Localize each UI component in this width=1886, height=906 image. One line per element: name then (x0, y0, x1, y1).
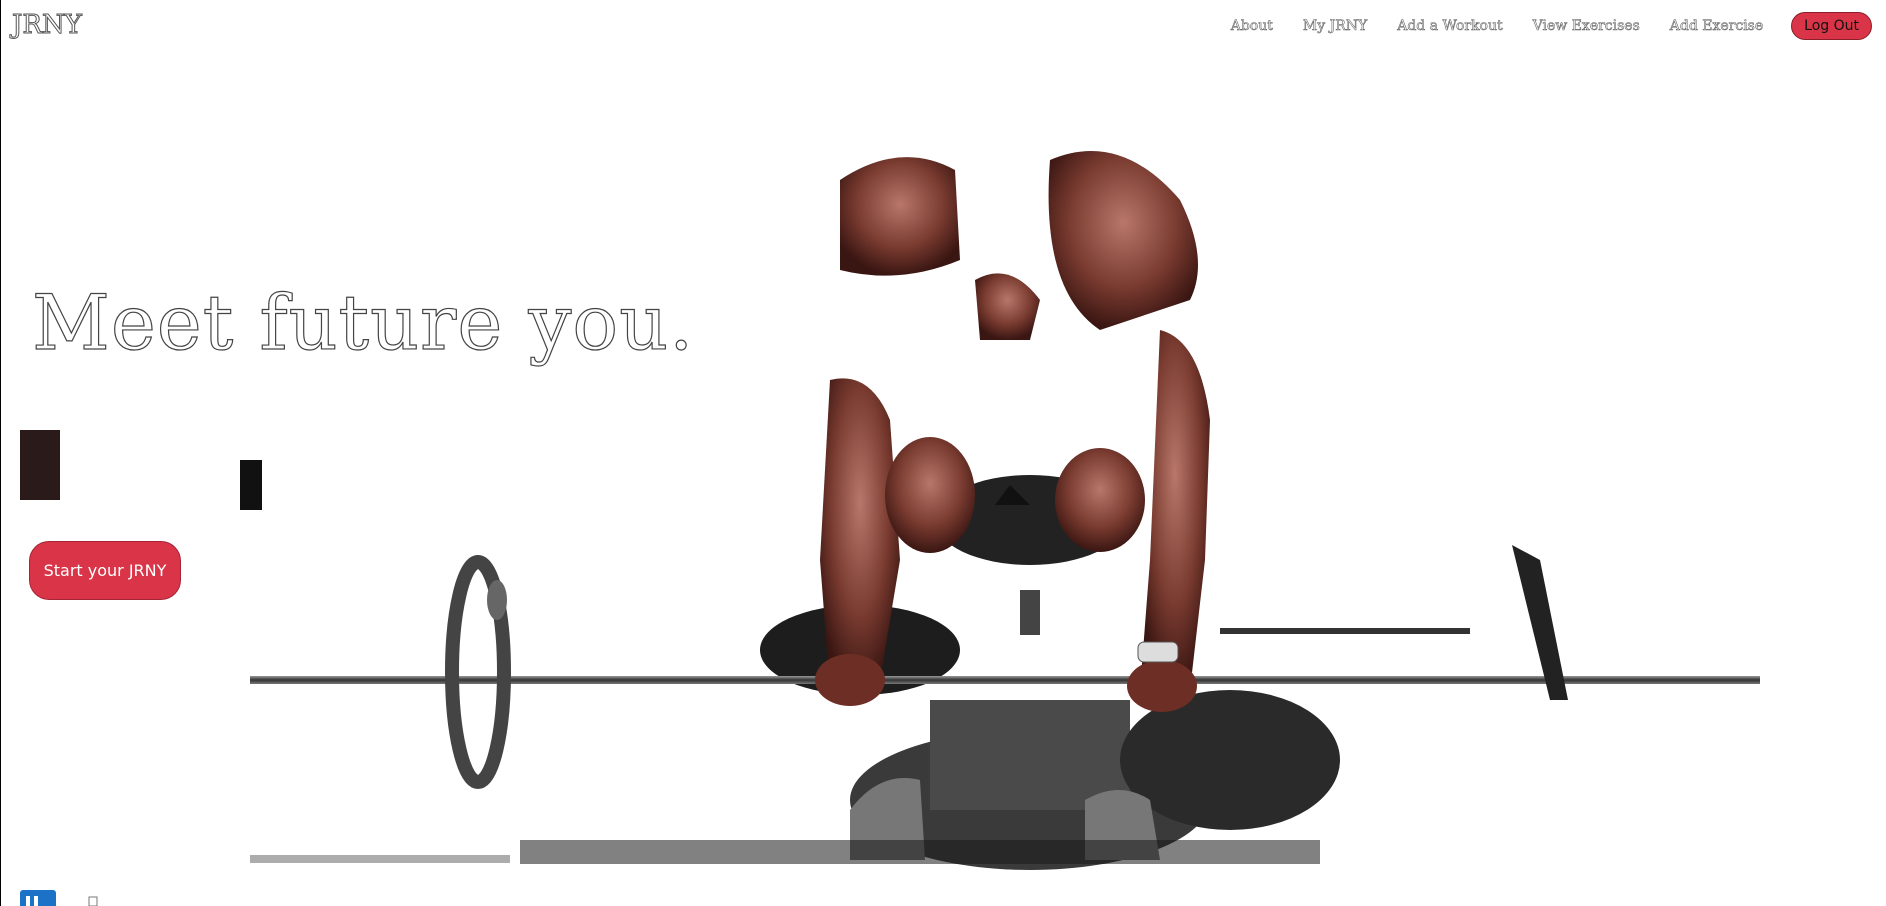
page-edge (0, 0, 1, 906)
nav-about-link[interactable]: About (1230, 18, 1273, 35)
linkedin-icon[interactable] (20, 888, 56, 906)
nav-add-exercise-link[interactable]: Add Exercise (1669, 18, 1763, 35)
logout-button[interactable]: Log Out (1791, 12, 1872, 40)
top-nav: About My JRNY Add a Workout View Exercis… (1201, 12, 1872, 40)
nav-add-workout-link[interactable]: Add a Workout (1397, 18, 1503, 35)
landing-page: JRNY About My JRNY Add a Workout View Ex… (0, 0, 1886, 906)
start-jrny-button[interactable]: Start your JRNY (29, 541, 181, 600)
nav-my-jrny-link[interactable]: My JRNY (1303, 18, 1368, 35)
hero-title: Meet future you. (31, 277, 695, 367)
brand-logo[interactable]: JRNY (12, 10, 83, 41)
footer-icon[interactable] (88, 896, 98, 906)
hero-lifter-image (20, 151, 1760, 870)
nav-view-exercises-link[interactable]: View Exercises (1532, 18, 1640, 35)
